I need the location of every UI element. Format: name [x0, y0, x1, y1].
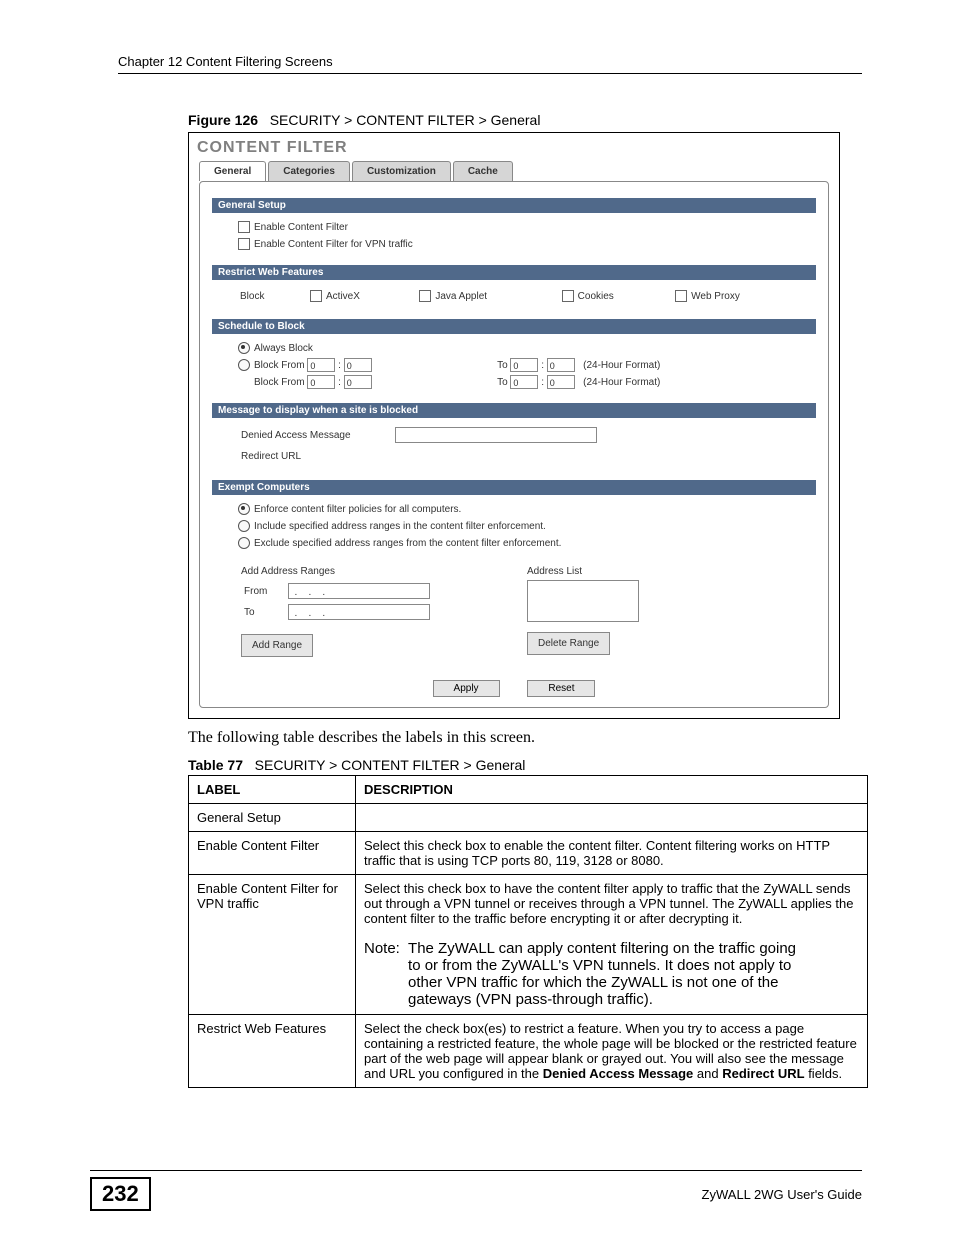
label-24h-1: (24-Hour Format): [583, 360, 660, 371]
tab-categories[interactable]: Categories: [268, 161, 350, 181]
description-table: LABEL DESCRIPTION General Setup Enable C…: [188, 775, 868, 1088]
chapter-header: Chapter 12 Content Filtering Screens: [118, 54, 862, 74]
label-to-1: To: [497, 360, 508, 371]
apply-button[interactable]: Apply: [433, 680, 500, 697]
input-from-h1[interactable]: 0: [307, 358, 335, 372]
tab-pane: General Setup Enable Content Filter Enab…: [199, 181, 829, 708]
checkbox-activex[interactable]: [310, 290, 322, 302]
figure-caption: Figure 126 SECURITY > CONTENT FILTER > G…: [188, 112, 862, 128]
label-enable-cf-vpn: Enable Content Filter for VPN traffic: [254, 239, 413, 250]
input-from-h2[interactable]: 0: [307, 375, 335, 389]
label-always-block: Always Block: [254, 343, 313, 354]
row-enable-cf-desc: Select this check box to enable the cont…: [356, 832, 868, 875]
label-enforce-all: Enforce content filter policies for all …: [254, 504, 461, 515]
checkbox-enable-cf[interactable]: [238, 221, 250, 233]
input-to-m2[interactable]: 0: [547, 375, 575, 389]
row-restrict-mid: and: [693, 1066, 722, 1081]
radio-enforce-all[interactable]: [238, 503, 250, 515]
row-restrict-bold2: Redirect URL: [722, 1066, 804, 1081]
radio-include[interactable]: [238, 520, 250, 532]
input-to-m1[interactable]: 0: [547, 358, 575, 372]
page-number: 232: [90, 1177, 151, 1211]
label-denied: Denied Access Message: [240, 426, 392, 445]
row-restrict-label: Restrict Web Features: [189, 1015, 356, 1088]
row-general-setup-desc: [356, 804, 868, 832]
label-block: Block: [240, 288, 308, 305]
section-restrict: Restrict Web Features: [212, 265, 816, 280]
figure-label: Figure 126: [188, 112, 258, 128]
tab-customization[interactable]: Customization: [352, 161, 451, 181]
intro-text: The following table describes the labels…: [188, 729, 862, 747]
add-range-button[interactable]: Add Range: [241, 634, 313, 657]
label-activex: ActiveX: [326, 291, 360, 302]
address-listbox[interactable]: [527, 580, 639, 622]
row-enable-cf-vpn-label: Enable Content Filter for VPN traffic: [189, 875, 356, 1015]
radio-exclude[interactable]: [238, 537, 250, 549]
label-include: Include specified address ranges in the …: [254, 521, 546, 532]
delete-range-button[interactable]: Delete Range: [527, 632, 610, 655]
row-enable-cf-vpn-desc: Select this check box to have the conten…: [356, 875, 868, 1015]
section-exempt: Exempt Computers: [212, 480, 816, 495]
screenshot-figure: CONTENT FILTER General Categories Custom…: [188, 132, 840, 719]
label-from: From: [243, 582, 285, 601]
table-title: SECURITY > CONTENT FILTER > General: [255, 757, 526, 773]
panel-title: CONTENT FILTER: [189, 133, 839, 161]
label-block-from-1: Block From: [254, 360, 305, 371]
table-label: Table 77: [188, 757, 243, 773]
input-from-ip[interactable]: . . .: [288, 583, 430, 599]
tabs: General Categories Customization Cache: [189, 161, 839, 181]
guide-name: ZyWALL 2WG User's Guide: [702, 1187, 862, 1202]
row-enable-cf-label: Enable Content Filter: [189, 832, 356, 875]
section-general-setup: General Setup: [212, 198, 816, 213]
figure-title: SECURITY > CONTENT FILTER > General: [270, 112, 541, 128]
label-24h-2: (24-Hour Format): [583, 377, 660, 388]
label-enable-cf: Enable Content Filter: [254, 222, 348, 233]
row-enable-cf-vpn-desc-text: Select this check box to have the conten…: [364, 881, 853, 926]
label-block-from-2: Block From: [254, 377, 305, 388]
section-message: Message to display when a site is blocke…: [212, 403, 816, 418]
th-description: DESCRIPTION: [356, 776, 868, 804]
radio-always-block[interactable]: [238, 342, 250, 354]
th-label: LABEL: [189, 776, 356, 804]
label-to-2: To: [497, 377, 508, 388]
input-to-h2[interactable]: 0: [510, 375, 538, 389]
note-label: Note:: [364, 940, 400, 957]
tab-general[interactable]: General: [199, 161, 266, 181]
label-java: Java Applet: [435, 291, 487, 302]
label-address-list: Address List: [527, 563, 809, 580]
input-to-h1[interactable]: 0: [510, 358, 538, 372]
checkbox-webproxy[interactable]: [675, 290, 687, 302]
row-restrict-tail: fields.: [805, 1066, 843, 1081]
tab-cache[interactable]: Cache: [453, 161, 513, 181]
row-general-setup-label: General Setup: [189, 804, 356, 832]
label-webproxy: Web Proxy: [691, 291, 740, 302]
checkbox-java[interactable]: [419, 290, 431, 302]
reset-button[interactable]: Reset: [527, 680, 595, 697]
label-redirect: Redirect URL: [240, 447, 392, 466]
label-add-ranges: Add Address Ranges: [241, 563, 523, 580]
input-from-m2[interactable]: 0: [344, 375, 372, 389]
input-denied-message[interactable]: [395, 427, 597, 443]
checkbox-enable-cf-vpn[interactable]: [238, 238, 250, 250]
label-to-ip: To: [243, 603, 285, 622]
label-exclude: Exclude specified address ranges from th…: [254, 538, 561, 549]
label-cookies: Cookies: [578, 291, 614, 302]
row-restrict-bold1: Denied Access Message: [543, 1066, 694, 1081]
section-schedule: Schedule to Block: [212, 319, 816, 334]
row-restrict-desc: Select the check box(es) to restrict a f…: [356, 1015, 868, 1088]
checkbox-cookies[interactable]: [562, 290, 574, 302]
table-caption: Table 77 SECURITY > CONTENT FILTER > Gen…: [188, 757, 862, 773]
input-from-m1[interactable]: 0: [344, 358, 372, 372]
input-to-ip[interactable]: . . .: [288, 604, 430, 620]
note-body: The ZyWALL can apply content filtering o…: [408, 940, 798, 1008]
radio-block-from-1[interactable]: [238, 359, 250, 371]
